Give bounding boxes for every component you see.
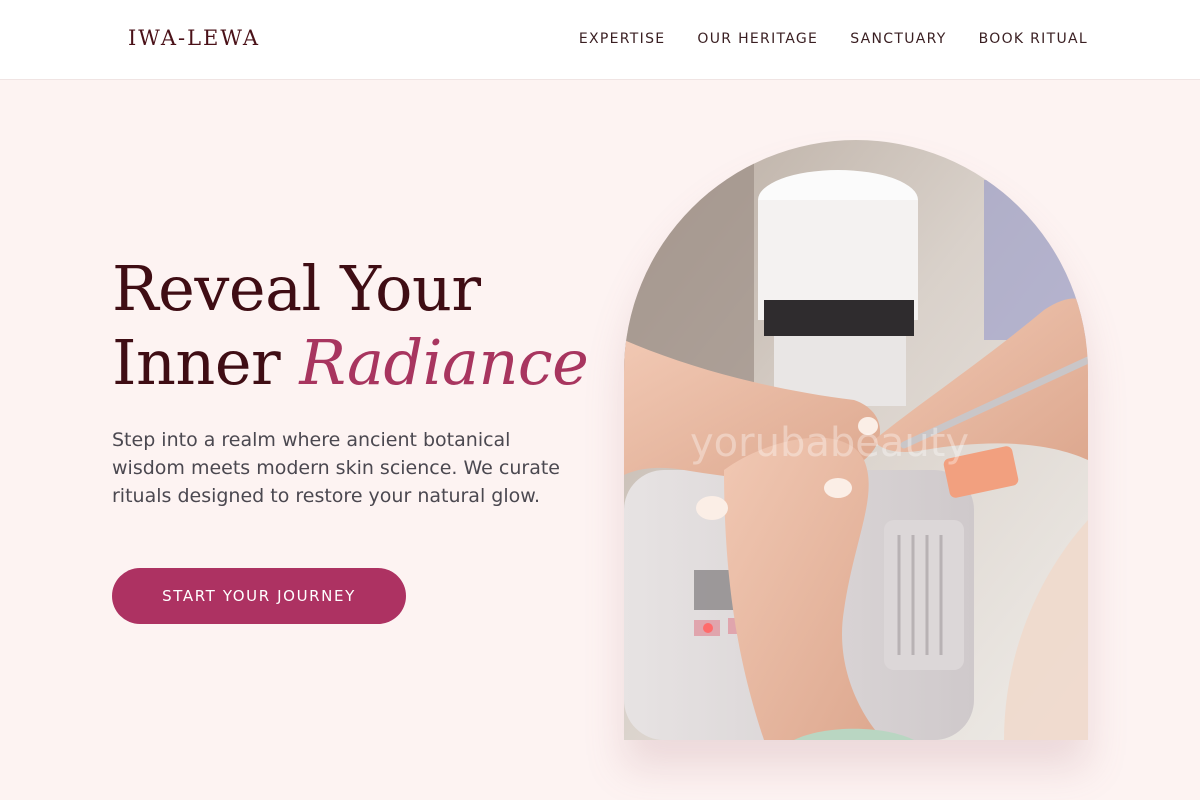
- nail-care-photo: [624, 140, 1088, 740]
- main-nav: EXPERTISE OUR HERITAGE SANCTUARY BOOK RI…: [579, 31, 1088, 47]
- hero-title-line-2: Inner Radiance: [112, 326, 589, 400]
- nav-expertise[interactable]: EXPERTISE: [579, 31, 666, 47]
- nav-sanctuary[interactable]: SANCTUARY: [850, 31, 946, 47]
- hero-title-line-1: Reveal Your: [112, 252, 481, 325]
- nav-book-ritual[interactable]: BOOK RITUAL: [979, 31, 1088, 47]
- nav-our-heritage[interactable]: OUR HERITAGE: [697, 31, 818, 47]
- site-header: IWA-LEWA EXPERTISE OUR HERITAGE SANCTUAR…: [0, 0, 1200, 80]
- hero-image: [624, 140, 1088, 740]
- hero-title-inner: Inner: [112, 326, 300, 399]
- hero-title-accent: Radiance: [299, 326, 589, 399]
- hero-title: Reveal Your Inner Radiance: [112, 252, 589, 400]
- brand-logo[interactable]: IWA-LEWA: [128, 26, 260, 50]
- hero-description: Step into a realm where ancient botanica…: [112, 429, 560, 507]
- start-journey-button[interactable]: START YOUR JOURNEY: [112, 568, 406, 624]
